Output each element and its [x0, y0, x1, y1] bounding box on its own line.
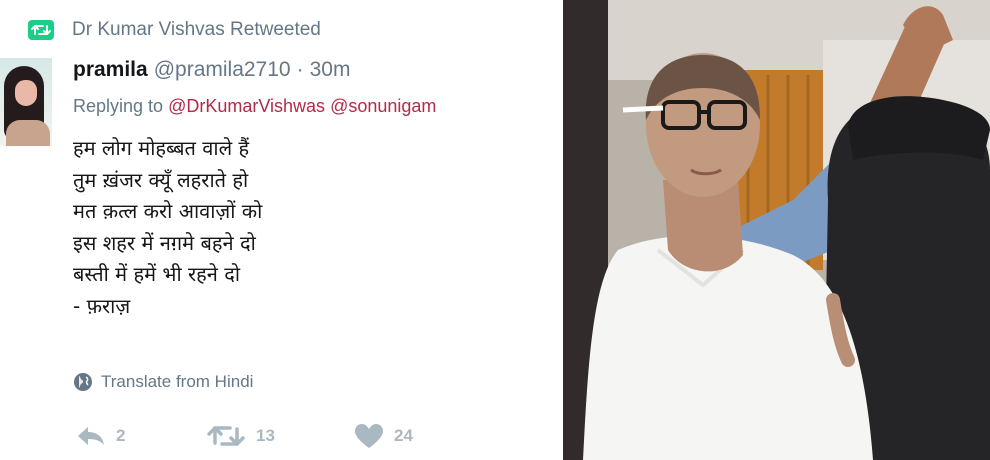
reply-icon	[78, 427, 104, 445]
tweet-text-line: तुम ख़ंजर क्यूँ लहराते हो	[73, 167, 249, 192]
tweet-text-line: हम लोग मोहब्बत वाले हैं	[73, 136, 250, 160]
retweet-icon	[207, 426, 245, 446]
user-line: pramila @pramila2710 · 30m	[73, 58, 350, 84]
retweet-header-text[interactable]: Dr Kumar Vishvas Retweeted	[72, 19, 321, 41]
timestamp[interactable]: 30m	[310, 58, 351, 82]
replying-to: Replying to @DrKumarVishwas @sonunigam	[73, 96, 436, 117]
tweet-text-line: बस्ती में हमें भी रहने दो	[73, 262, 241, 286]
tweet-text-line: इस शहर में नग़मे बहने दो	[73, 230, 256, 255]
replying-prefix: Replying to	[73, 96, 164, 116]
separator-dot: ·	[296, 58, 304, 81]
like-button[interactable]: 24	[354, 423, 413, 449]
heart-icon	[355, 424, 383, 448]
reply-count: 2	[116, 426, 126, 445]
retweet-count: 13	[256, 426, 275, 445]
retweet-header: Dr Kumar Vishvas Retweeted	[28, 18, 321, 42]
display-name[interactable]: pramila	[73, 58, 148, 82]
tweet-photo[interactable]	[563, 0, 990, 460]
avatar-shirt	[6, 120, 50, 146]
tweet-text: हम लोग मोहब्बत वाले हैं तुम ख़ंजर क्यूँ …	[73, 133, 543, 322]
retweet-icon	[28, 20, 54, 40]
mention-link[interactable]: @DrKumarVishwas	[168, 96, 325, 116]
tweet-card[interactable]: Dr Kumar Vishvas Retweeted pramila @pram…	[0, 0, 560, 460]
globe-icon	[74, 373, 92, 391]
tweet-text-line: - फ़राज़	[73, 293, 131, 318]
retweet-button[interactable]: 13	[206, 424, 354, 448]
reply-button[interactable]: 2	[76, 425, 206, 447]
avatar-face	[15, 80, 37, 106]
mention-link[interactable]: @sonunigam	[330, 96, 436, 116]
translate-link[interactable]: Translate from Hindi	[73, 370, 253, 394]
tweet-text-line: मत क़त्ल करो आवाज़ों को	[73, 199, 263, 223]
avatar[interactable]	[0, 58, 52, 146]
translate-label[interactable]: Translate from Hindi	[101, 372, 253, 392]
tweet-actions: 2 13 24	[76, 423, 413, 449]
user-handle[interactable]: @pramila2710	[154, 58, 291, 82]
photo-illustration	[563, 0, 990, 460]
like-count: 24	[394, 426, 413, 445]
